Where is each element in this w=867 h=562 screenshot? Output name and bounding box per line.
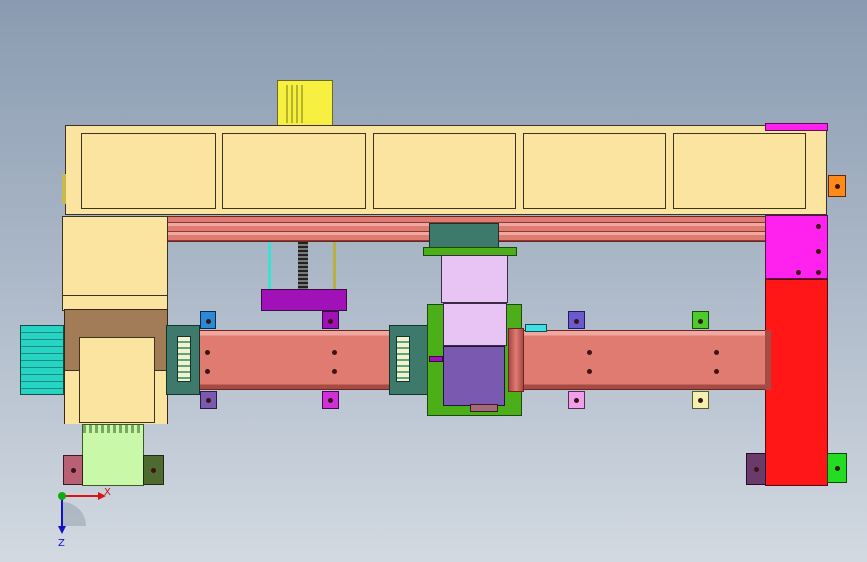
foot-plate-right-b[interactable]: [827, 453, 847, 483]
gantry-left-bracket: [62, 174, 66, 204]
bottom-lime-motor[interactable]: [82, 424, 144, 486]
vertical-guide-rod-cyan: [268, 242, 271, 292]
tab-bottom-cream[interactable]: [692, 391, 709, 409]
rail-hole: [587, 369, 592, 374]
tab-hole: [206, 398, 211, 403]
tab-bottom-magenta[interactable]: [322, 391, 339, 409]
top-stepper-motor[interactable]: [277, 80, 333, 126]
foot-hole: [835, 466, 840, 471]
y-axis-dot: [58, 492, 66, 500]
bracket-hole: [835, 184, 840, 189]
gantry-panel-3: [373, 133, 516, 209]
rail-hole: [332, 350, 337, 355]
foot-hole: [151, 468, 156, 473]
z-lilac-body-top[interactable]: [441, 255, 508, 303]
rail-hole: [205, 369, 210, 374]
left-end-block[interactable]: [62, 216, 168, 311]
bracket-hole: [816, 224, 821, 229]
cad-viewport[interactable]: X Z: [0, 0, 867, 562]
coupling: [508, 328, 524, 392]
tab-top-violet[interactable]: [322, 311, 339, 329]
gantry-panel-1: [81, 133, 216, 209]
triad-shadow: [62, 502, 86, 526]
housing-cover: [79, 337, 155, 423]
cyan-fitting: [525, 324, 547, 332]
tab-hole: [698, 398, 703, 403]
axis-triad: X Z: [58, 487, 111, 549]
bracket-hole: [816, 270, 821, 275]
z-lilac-body-mid[interactable]: [443, 303, 507, 346]
gantry-right-cap: [765, 123, 828, 131]
rail-hole: [714, 350, 719, 355]
tab-hole: [328, 398, 333, 403]
tab-bottom-purple[interactable]: [200, 391, 217, 409]
bracket-hole: [796, 270, 801, 275]
bracket-hole: [816, 249, 821, 254]
left-cyan-motor[interactable]: [20, 325, 64, 395]
z-bottom-bracket: [470, 404, 498, 412]
tab-hole: [206, 319, 211, 324]
z-arrowhead: [58, 526, 66, 534]
z-purple-motor[interactable]: [443, 346, 505, 406]
z-axis-label: Z: [58, 538, 65, 549]
motor-top-band: [83, 425, 143, 433]
x-axis-label: X: [104, 487, 111, 498]
nozzle-pin: [429, 356, 443, 362]
tab-hole: [328, 319, 333, 324]
carriage-switch: [177, 336, 191, 382]
tab-hole: [574, 319, 579, 324]
gantry-right-orange-bracket[interactable]: [828, 175, 846, 197]
tab-top-blue[interactable]: [200, 311, 216, 329]
tab-hole: [574, 398, 579, 403]
foot-plate-left-b[interactable]: [143, 455, 164, 485]
z-axis-plate[interactable]: [261, 289, 347, 311]
gantry-beam[interactable]: [65, 125, 827, 215]
left-brown-housing[interactable]: [64, 309, 168, 424]
tab-top-purple[interactable]: [568, 311, 585, 329]
motor-fins: [286, 85, 306, 123]
rail-hole: [332, 369, 337, 374]
gantry-panel-4: [523, 133, 666, 209]
carriage-switch: [396, 336, 410, 382]
gantry-panel-5: [673, 133, 806, 209]
vertical-guide-rod-olive: [333, 242, 336, 292]
rail-hole: [714, 369, 719, 374]
tab-bottom-pink[interactable]: [568, 391, 585, 409]
tab-hole: [698, 319, 703, 324]
foot-hole: [754, 467, 759, 472]
lead-screw[interactable]: [298, 242, 308, 292]
foot-plate-right-a[interactable]: [746, 453, 766, 485]
right-red-column[interactable]: [765, 279, 828, 486]
gantry-panel-2: [222, 133, 366, 209]
tab-top-green[interactable]: [692, 311, 709, 329]
left-carriage[interactable]: [166, 325, 200, 395]
z-top-block[interactable]: [429, 223, 499, 249]
right-magenta-bracket[interactable]: [765, 215, 828, 279]
rail-hole: [205, 350, 210, 355]
foot-hole: [71, 468, 76, 473]
rail-hole: [587, 350, 592, 355]
block-divider: [63, 295, 167, 296]
column-side-slot: [765, 330, 771, 390]
